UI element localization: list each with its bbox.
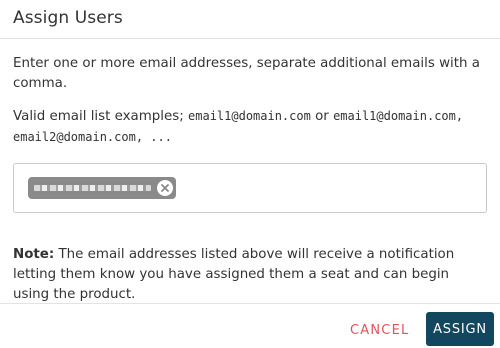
email-examples: Valid email list examples; email1@domain…: [13, 106, 487, 148]
examples-separator: or: [310, 109, 334, 124]
note-label: Note:: [13, 247, 55, 262]
email-chip[interactable]: [28, 177, 176, 199]
examples-prefix: Valid email list examples;: [13, 109, 189, 124]
example-email-1: email1@domain.com: [188, 109, 311, 123]
dialog-header: Assign Users: [0, 0, 500, 39]
close-circle-icon[interactable]: [157, 180, 173, 196]
email-input-field[interactable]: [13, 163, 487, 213]
note-body: The email addresses listed above will re…: [13, 247, 455, 302]
assign-users-dialog: Assign Users Enter one or more email add…: [0, 0, 500, 348]
dialog-footer: CANCEL ASSIGN: [0, 303, 500, 348]
dialog-body: Enter one or more email addresses, separ…: [0, 54, 500, 305]
dialog-title: Assign Users: [13, 8, 123, 28]
instructions-text: Enter one or more email addresses, separ…: [13, 56, 480, 91]
email-chip-label: [34, 185, 151, 191]
cancel-button[interactable]: CANCEL: [340, 314, 419, 346]
assign-button[interactable]: ASSIGN: [426, 312, 494, 346]
note-text: Note: The email addresses listed above w…: [13, 245, 487, 305]
